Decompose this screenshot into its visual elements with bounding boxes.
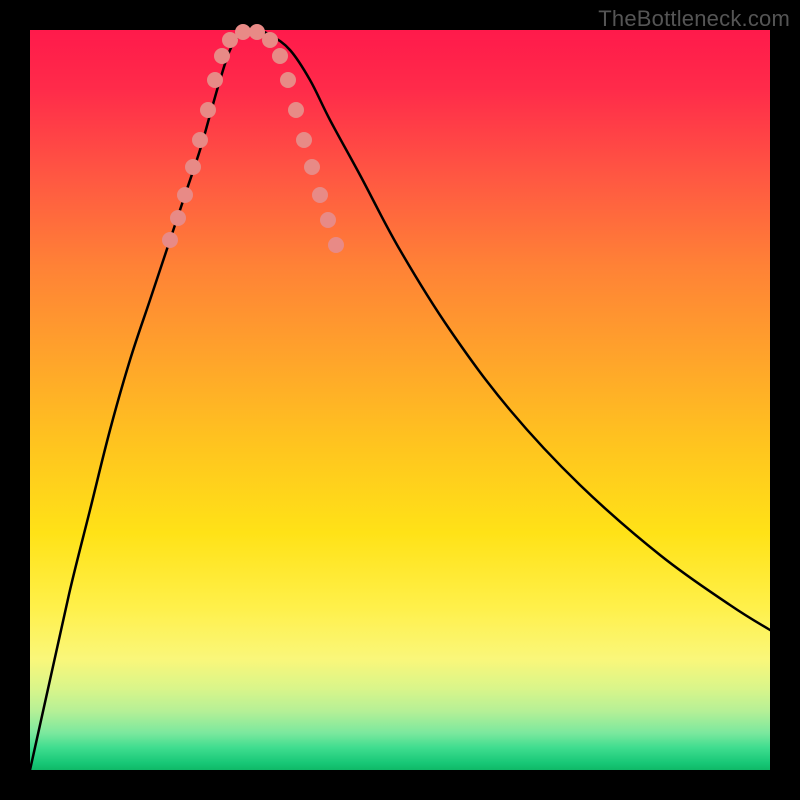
marker-dot [304, 159, 320, 175]
marker-dot [214, 48, 230, 64]
marker-dot [177, 187, 193, 203]
marker-dot [320, 212, 336, 228]
marker-dot [328, 237, 344, 253]
marker-dot [280, 72, 296, 88]
marker-dot [288, 102, 304, 118]
marker-dot [200, 102, 216, 118]
marker-dot [262, 32, 278, 48]
marker-dot [272, 48, 288, 64]
bottleneck-curve [30, 30, 770, 770]
marker-dot [296, 132, 312, 148]
chart-frame: TheBottleneck.com [0, 0, 800, 800]
curve-svg [30, 30, 770, 770]
curve-markers [162, 24, 344, 253]
marker-dot [312, 187, 328, 203]
marker-dot [185, 159, 201, 175]
marker-dot [235, 24, 251, 40]
plot-area [30, 30, 770, 770]
watermark-text: TheBottleneck.com [598, 6, 790, 32]
marker-dot [207, 72, 223, 88]
marker-dot [170, 210, 186, 226]
marker-dot [162, 232, 178, 248]
marker-dot [192, 132, 208, 148]
